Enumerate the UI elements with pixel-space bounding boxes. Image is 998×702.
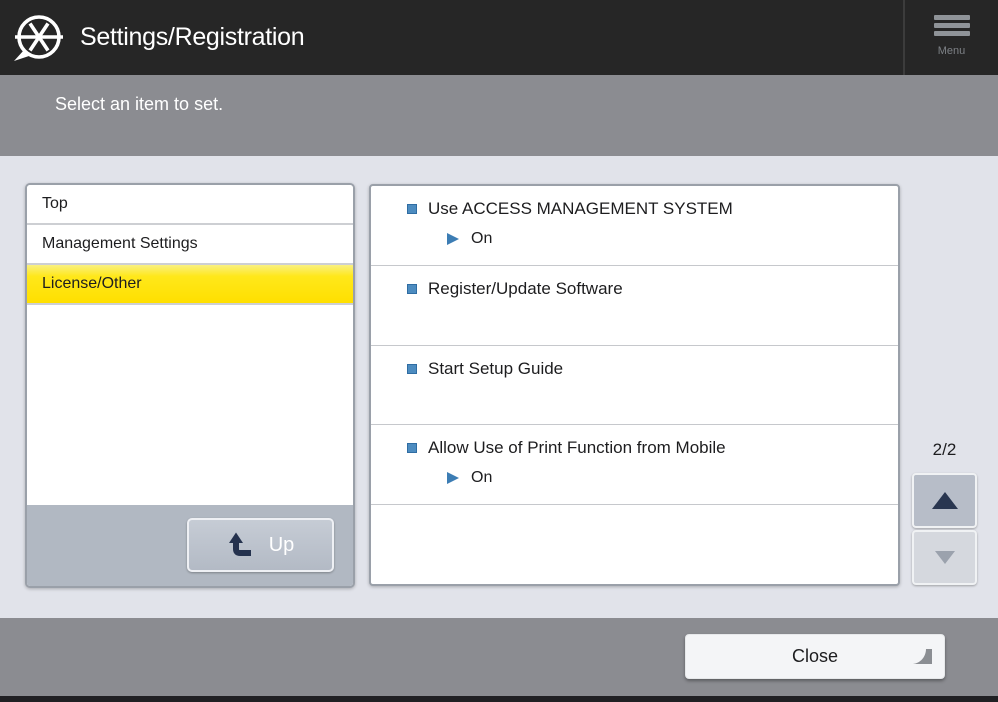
setting-label: Register/Update Software	[428, 279, 623, 299]
return-curl-icon	[911, 647, 935, 671]
setting-row-empty	[371, 505, 898, 584]
status-message: Select an item to set.	[55, 94, 223, 114]
triangle-bullet-icon	[447, 472, 459, 484]
up-button-label: Up	[269, 534, 295, 557]
setting-row-use-access-management-system[interactable]: Use ACCESS MANAGEMENT SYSTEM On	[371, 186, 898, 266]
setting-row-start-setup-guide[interactable]: Start Setup Guide	[371, 346, 898, 426]
device-screen: Settings/Registration Menu Select an ite…	[0, 0, 998, 702]
page-indicator: 2/2	[912, 440, 977, 460]
setting-row-register-update-software[interactable]: Register/Update Software	[371, 266, 898, 346]
square-bullet-icon	[407, 443, 417, 453]
triangle-bullet-icon	[447, 233, 459, 245]
square-bullet-icon	[407, 284, 417, 294]
setting-label: Allow Use of Print Function from Mobile	[428, 438, 726, 458]
status-bar: Select an item to set.	[0, 75, 998, 156]
arrow-down-icon	[935, 551, 955, 564]
nav-item-management-settings[interactable]: Management Settings	[27, 225, 353, 265]
close-button[interactable]: Close	[685, 634, 945, 679]
page-title: Settings/Registration	[80, 23, 304, 52]
settings-registration-icon	[9, 9, 67, 67]
hamburger-icon	[934, 15, 970, 36]
nav-footer: Up	[27, 505, 353, 586]
up-arrow-icon	[227, 531, 254, 559]
setting-label: Start Setup Guide	[428, 359, 563, 379]
square-bullet-icon	[407, 364, 417, 374]
nav-list: Top Management Settings License/Other	[27, 185, 353, 505]
app-header: Settings/Registration Menu	[0, 0, 998, 75]
setting-label: Use ACCESS MANAGEMENT SYSTEM	[428, 199, 733, 219]
bottom-black-strip	[0, 696, 998, 702]
scroll-down-button[interactable]	[912, 530, 977, 585]
arrow-up-icon	[932, 492, 958, 509]
menu-button-label: Menu	[938, 45, 966, 57]
nav-item-top[interactable]: Top	[27, 185, 353, 225]
scroll-up-button[interactable]	[912, 473, 977, 528]
nav-panel: Top Management Settings License/Other Up	[25, 183, 355, 588]
setting-value: On	[471, 230, 492, 248]
close-button-label: Close	[792, 646, 838, 667]
nav-item-license-other[interactable]: License/Other	[27, 265, 353, 305]
settings-panel: Use ACCESS MANAGEMENT SYSTEM On Register…	[369, 184, 900, 586]
up-button[interactable]: Up	[187, 518, 334, 572]
square-bullet-icon	[407, 204, 417, 214]
menu-button[interactable]: Menu	[903, 0, 998, 75]
setting-row-allow-print-from-mobile[interactable]: Allow Use of Print Function from Mobile …	[371, 425, 898, 505]
bottom-bar: Close	[0, 618, 998, 696]
setting-value: On	[471, 469, 492, 487]
